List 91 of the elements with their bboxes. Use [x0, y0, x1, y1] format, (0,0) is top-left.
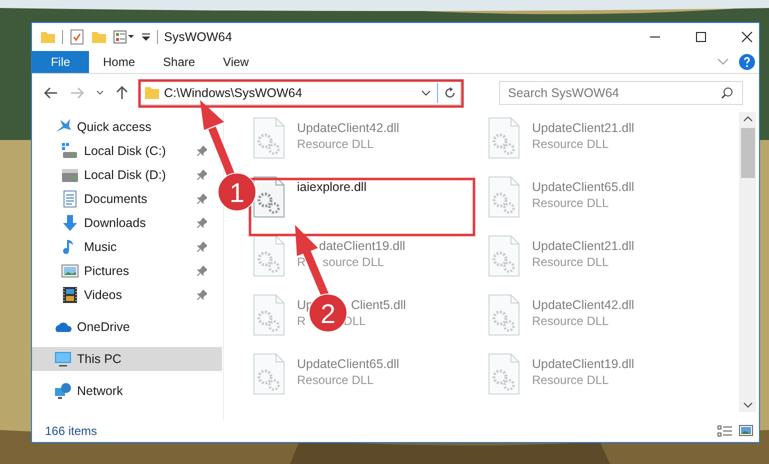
- sidebar-label: Pictures: [84, 264, 130, 278]
- scroll-up-icon[interactable]: [742, 116, 752, 122]
- sidebar-item[interactable]: Local Disk (D:): [32, 163, 207, 187]
- pin-icon[interactable]: [197, 290, 207, 300]
- drive-icon: [61, 166, 79, 184]
- ribbon-tab[interactable]: Share: [149, 51, 210, 73]
- pin-icon[interactable]: [197, 146, 207, 156]
- file-name: UpdateClient42.dll: [297, 121, 400, 135]
- sidebar-label: This PC: [77, 352, 122, 366]
- sidebar-label: Videos: [84, 288, 122, 302]
- file-name: UpdateClient65.dll: [297, 357, 400, 371]
- sidebar-item[interactable]: Music: [32, 235, 207, 259]
- documents-icon: [61, 190, 79, 208]
- view-icon[interactable]: [113, 29, 135, 45]
- pin-icon[interactable]: [197, 170, 207, 180]
- details-view-icon[interactable]: [717, 425, 733, 437]
- file-type: R: [297, 314, 306, 328]
- computer-icon: [54, 350, 72, 368]
- dll-file-icon[interactable]: [253, 235, 285, 277]
- ribbon-tab[interactable]: View: [209, 51, 263, 73]
- sidebar-label: Local Disk (C:): [84, 144, 166, 158]
- file-menu-button[interactable]: File: [32, 51, 89, 73]
- file-name: iaiexplore.dll: [297, 180, 366, 194]
- file-type: Resource DLL: [532, 314, 609, 328]
- sidebar-item[interactable]: Pictures: [32, 259, 207, 283]
- file-type: Resource DLL: [297, 137, 374, 151]
- sidebar-item[interactable]: Videos: [32, 283, 207, 307]
- pin-icon[interactable]: [197, 266, 207, 276]
- file-name: UpdateClient19.dll: [532, 357, 634, 371]
- scroll-down-icon[interactable]: [742, 402, 752, 408]
- sidebar-label: Documents: [84, 192, 148, 206]
- properties-icon[interactable]: [69, 29, 85, 45]
- sidebar-item[interactable]: Downloads: [32, 211, 207, 235]
- sidebar-label: Downloads: [84, 216, 146, 230]
- sidebar-label: Music: [84, 240, 117, 254]
- scroll-thumb[interactable]: [740, 128, 754, 178]
- file-name: UpdateClient42.dll: [532, 298, 634, 312]
- search-field[interactable]: Search SysWOW64: [499, 81, 743, 105]
- step-number: 2: [320, 299, 336, 329]
- sidebar-item[interactable]: This PC: [32, 347, 222, 371]
- search-icon[interactable]: [721, 87, 733, 99]
- ribbon-tab[interactable]: Home: [89, 51, 150, 73]
- item-count: 166 items: [45, 424, 98, 438]
- file-type: Resource DLL: [532, 137, 609, 151]
- file-name: Client5.dll: [350, 298, 406, 312]
- file-type: Resource DLL: [297, 373, 374, 387]
- file-type: Resource DLL: [532, 255, 609, 269]
- folder-icon: [144, 86, 160, 100]
- refresh-icon[interactable]: [444, 87, 456, 99]
- dropdown-caret-icon[interactable]: [421, 90, 431, 96]
- back-arrow-icon[interactable]: [44, 87, 58, 99]
- file-name: UpdateClient65.dll: [532, 180, 634, 194]
- recent-caret-icon[interactable]: [96, 90, 104, 96]
- step-marker: [218, 172, 256, 212]
- system-drive-icon: [61, 142, 79, 160]
- file-type: R: [297, 255, 306, 269]
- downloads-icon: [61, 214, 79, 232]
- pictures-icon: [61, 262, 79, 280]
- step-number: 1: [229, 178, 245, 208]
- sidebar-item[interactable]: Network: [32, 379, 222, 403]
- expand-ribbon-icon[interactable]: [717, 58, 729, 66]
- address-path: C:\Windows\SysWOW64: [164, 86, 304, 100]
- sidebar-label: Network: [77, 384, 123, 398]
- maximize-icon[interactable]: [695, 31, 707, 43]
- file-name: UpdateClient21.dll: [532, 239, 634, 253]
- sidebar-item[interactable]: Documents: [32, 187, 207, 211]
- window-title: SysWOW64: [164, 30, 232, 44]
- address-bar[interactable]: C:\Windows\SysWOW64: [139, 81, 461, 105]
- pin-icon[interactable]: [197, 194, 207, 204]
- file-name: dateClient19.dll: [319, 239, 406, 253]
- sidebar-label: OneDrive: [77, 320, 130, 334]
- file-type: source DLL: [322, 255, 384, 269]
- help-icon[interactable]: [739, 54, 755, 70]
- large-icons-view-icon[interactable]: [739, 425, 753, 437]
- videos-icon: [61, 286, 79, 304]
- file-name: UpdateClient21.dll: [532, 121, 634, 135]
- sidebar-item[interactable]: OneDrive: [32, 315, 222, 339]
- network-icon: [54, 382, 72, 400]
- pin-icon[interactable]: [197, 218, 207, 228]
- file-type: Resource DLL: [532, 196, 609, 210]
- file-type: Resource DLL: [532, 373, 609, 387]
- sidebar-item[interactable]: Local Disk (C:): [32, 139, 207, 163]
- forward-arrow-icon[interactable]: [70, 87, 84, 99]
- sidebar-label: Quick access: [77, 120, 152, 134]
- pin-icon[interactable]: [197, 242, 207, 252]
- sidebar-item[interactable]: Quick access: [32, 115, 222, 139]
- sidebar-label: Local Disk (D:): [84, 168, 166, 182]
- scrollbar[interactable]: [739, 112, 756, 412]
- up-arrow-icon[interactable]: [116, 86, 128, 100]
- close-icon[interactable]: [741, 31, 753, 43]
- dll-file-icon[interactable]: [253, 176, 285, 218]
